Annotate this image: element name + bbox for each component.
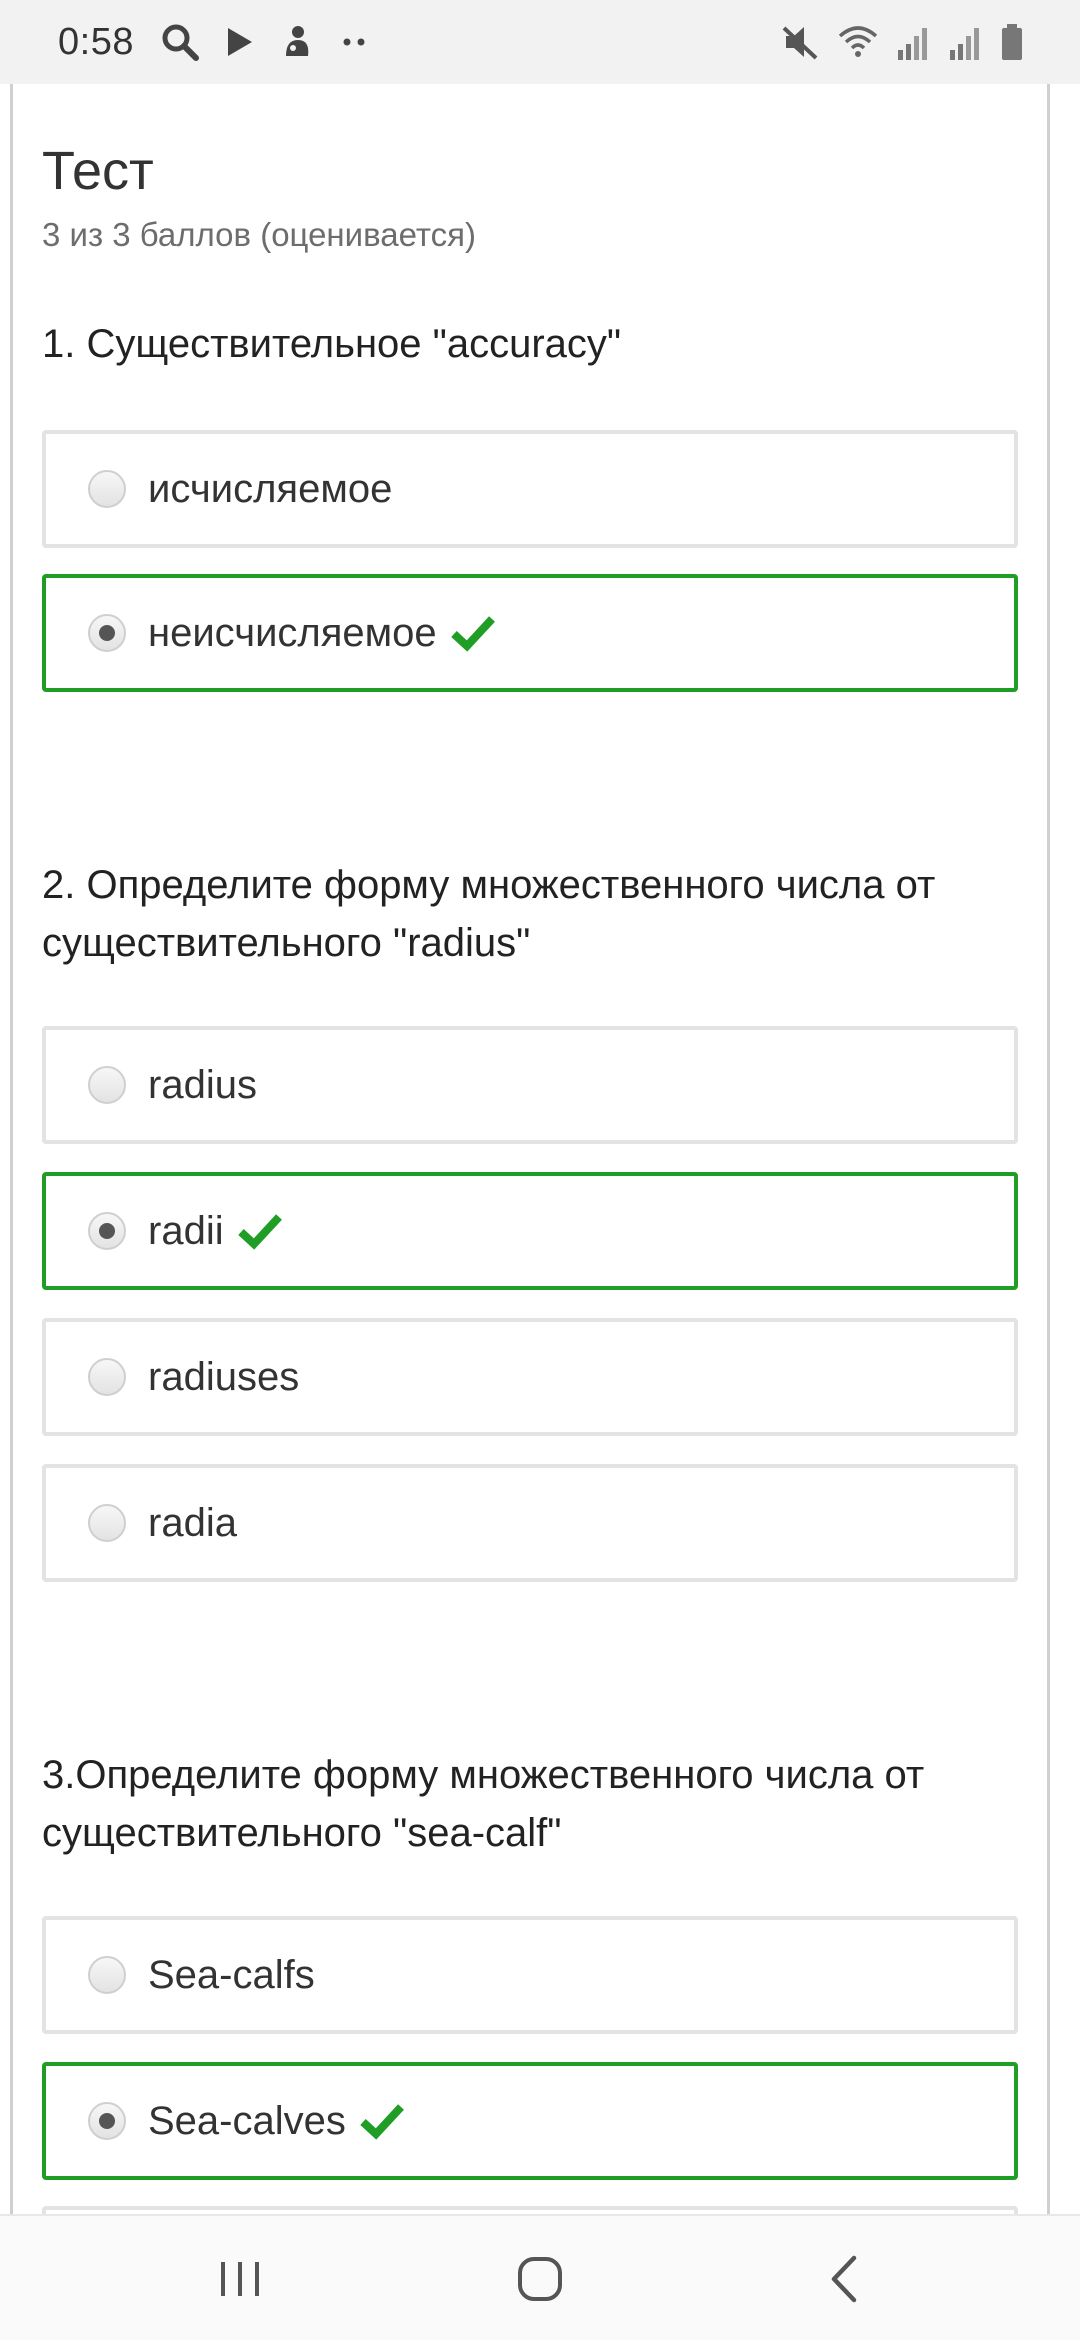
radio-button[interactable] xyxy=(88,1504,126,1542)
play-icon xyxy=(227,28,252,56)
option-q1-2[interactable]: неисчисляемое xyxy=(42,574,1018,692)
radio-button-checked[interactable] xyxy=(88,2102,126,2140)
radio-button[interactable] xyxy=(88,1956,126,1994)
page-title: Тест xyxy=(42,141,154,202)
navigation-bar xyxy=(0,2214,1080,2340)
signal-icon xyxy=(950,28,979,60)
radio-button-checked[interactable] xyxy=(88,1212,126,1250)
option-q2-1[interactable]: radius xyxy=(42,1026,1018,1144)
option-q2-4[interactable]: radia xyxy=(42,1464,1018,1582)
question-1: 1. Существительное "accuracy" xyxy=(42,322,622,366)
option-q2-2[interactable]: radii xyxy=(42,1172,1018,1290)
search-icon xyxy=(162,24,199,61)
score-text: 3 из 3 баллов (оценивается) xyxy=(42,216,476,253)
checkmark-icon xyxy=(237,1214,282,1250)
option-label: radiuses xyxy=(148,1354,300,1399)
option-label: неисчисляемое xyxy=(148,610,437,655)
option-q3-1[interactable]: Sea-calfs xyxy=(42,1916,1018,2034)
mute-icon xyxy=(782,26,818,60)
radio-button[interactable] xyxy=(88,470,126,508)
back-icon[interactable] xyxy=(810,2244,880,2314)
recent-apps-icon[interactable] xyxy=(205,2244,275,2314)
status-time: 0:58 xyxy=(58,20,134,63)
option-q3-2[interactable]: Sea-calves xyxy=(42,2062,1018,2180)
battery-icon xyxy=(1002,24,1022,60)
app-icon xyxy=(285,26,309,56)
radio-button-checked[interactable] xyxy=(88,614,126,652)
option-q2-3[interactable]: radiuses xyxy=(42,1318,1018,1436)
option-q1-1[interactable]: исчисляемое xyxy=(42,430,1018,548)
option-label: Sea-calves xyxy=(148,2098,346,2143)
home-icon[interactable] xyxy=(505,2244,575,2314)
option-label: radii xyxy=(148,1208,224,1253)
option-label: Sea-calfs xyxy=(148,1952,315,1997)
radio-button[interactable] xyxy=(88,1358,126,1396)
page-frame xyxy=(10,84,1050,2214)
radio-button[interactable] xyxy=(88,1066,126,1104)
status-bar: 0:58 xyxy=(0,0,1080,84)
question-3: 3.Определите форму множественного числа … xyxy=(42,1753,925,1855)
checkmark-icon xyxy=(450,616,495,652)
option-label: исчисляемое xyxy=(148,466,393,511)
status-left: 0:58 xyxy=(58,18,374,66)
wifi-icon xyxy=(838,26,878,57)
checkmark-icon xyxy=(360,2104,404,2140)
option-label: radius xyxy=(148,1062,257,1107)
question-2: 2. Определите форму множественного числа… xyxy=(42,863,936,965)
option-label: radia xyxy=(148,1500,237,1545)
status-right xyxy=(780,20,1024,64)
more-dots-icon xyxy=(343,38,365,46)
signal-icon xyxy=(898,28,927,60)
